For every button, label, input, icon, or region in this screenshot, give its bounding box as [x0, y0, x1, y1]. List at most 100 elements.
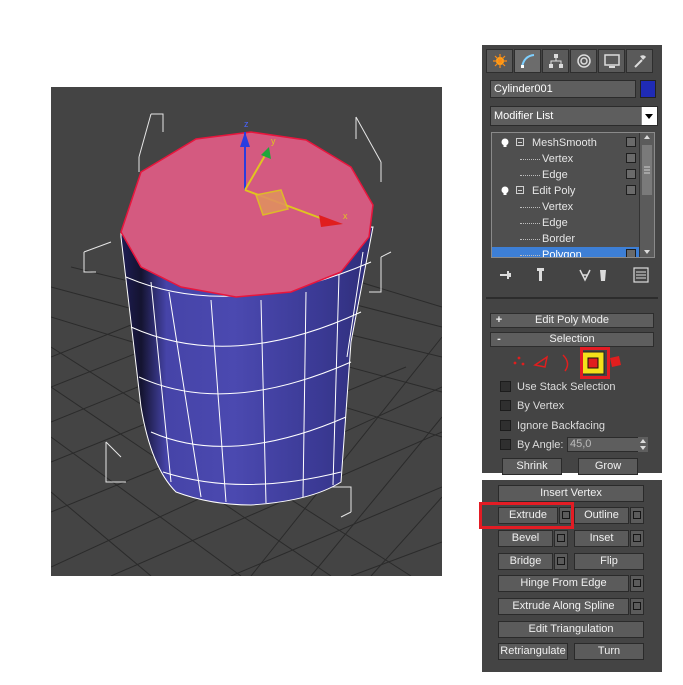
stack-item-label: Vertex	[542, 153, 574, 165]
modifier-list-dropdown[interactable]: Modifier List	[490, 106, 658, 126]
ignore-backfacing-checkbox[interactable]: Ignore Backfacing	[500, 419, 650, 433]
stack-item-toggle[interactable]	[626, 185, 636, 195]
modify-tab[interactable]	[514, 49, 541, 73]
utilities-tab[interactable]	[626, 49, 653, 73]
divider	[486, 297, 658, 299]
hierarchy-tab[interactable]	[542, 49, 569, 73]
use-stack-selection-checkbox[interactable]: Use Stack Selection	[500, 380, 650, 394]
extrude-along-spline-button[interactable]: Extrude Along Spline	[498, 598, 629, 615]
display-tab[interactable]	[598, 49, 625, 73]
pin-stack-icon[interactable]	[500, 271, 511, 279]
stack-item-meshsmooth[interactable]: MeshSmooth	[492, 135, 639, 151]
modify-icon	[520, 54, 534, 68]
by-angle-checkbox[interactable]: By Angle:	[500, 438, 564, 452]
create-tab[interactable]	[486, 49, 513, 73]
stack-item-edge[interactable]: Edge	[492, 167, 639, 183]
stack-item-toggle[interactable]	[626, 249, 636, 257]
remove-modifier-icon[interactable]	[600, 270, 606, 281]
object-color-swatch[interactable]	[640, 80, 656, 98]
stack-item-toggle[interactable]	[626, 169, 636, 179]
turn-button[interactable]: Turn	[574, 643, 644, 660]
spinner-arrows-icon[interactable]	[638, 437, 648, 452]
vertex-level-icon[interactable]	[513, 356, 525, 366]
stack-toolbar	[500, 267, 649, 283]
utilities-icon	[633, 55, 646, 68]
polygon-level-highlight	[580, 347, 610, 379]
show-end-result-icon[interactable]	[537, 268, 544, 281]
bevel-button[interactable]: Bevel	[498, 530, 553, 547]
rollout-title: Edit Poly Mode	[535, 314, 609, 326]
collapse-icon[interactable]	[516, 138, 524, 146]
stack-item-label: Edit Poly	[532, 185, 576, 197]
stack-item-label: Vertex	[542, 201, 574, 213]
stack-item-edit-poly[interactable]: Edit Poly	[492, 183, 639, 199]
stack-item-border[interactable]: Border	[492, 231, 639, 247]
stack-item-vertex[interactable]: Vertex	[492, 199, 639, 215]
stack-item-label: Polygon	[542, 249, 582, 258]
command-panel-tabs	[486, 49, 658, 73]
outline-settings-button[interactable]	[630, 507, 644, 524]
hierarchy-icon	[548, 54, 563, 68]
stack-item-edge[interactable]: Edge	[492, 215, 639, 231]
axis-z-label: z	[244, 119, 249, 129]
stack-item-label: Border	[542, 233, 576, 245]
rollout-title: Selection	[549, 333, 595, 345]
element-level-icon[interactable]	[610, 356, 621, 367]
command-panel: Cylinder001 Modifier List MeshSmooth Ver…	[482, 45, 662, 475]
extrude-highlight	[479, 502, 574, 529]
create-icon	[492, 54, 507, 68]
modifier-stack[interactable]: MeshSmooth Vertex Edge Edit Poly Vertex …	[491, 132, 655, 258]
stack-scrollbar[interactable]	[639, 133, 654, 257]
border-level-icon[interactable]	[562, 354, 569, 372]
collapse-icon[interactable]	[516, 186, 524, 194]
bevel-settings-button[interactable]	[554, 530, 568, 547]
lightbulb-icon[interactable]	[501, 137, 509, 147]
stack-item-label: Edge	[542, 217, 568, 229]
selected-top-polygon[interactable]	[120, 131, 374, 298]
edit-triangulation-button[interactable]: Edit Triangulation	[498, 621, 644, 638]
insert-vertex-button[interactable]: Insert Vertex	[498, 485, 644, 502]
grow-button[interactable]: Grow	[578, 458, 638, 475]
configure-sets-icon[interactable]	[633, 267, 649, 283]
chevron-down-icon	[645, 114, 653, 119]
checkbox-label: By Angle:	[517, 439, 564, 451]
edge-level-icon[interactable]	[533, 355, 549, 368]
angle-spinner-field[interactable]: 45,0	[567, 437, 647, 452]
shrink-button[interactable]: Shrink	[502, 458, 562, 475]
stack-item-vertex[interactable]: Vertex	[492, 151, 639, 167]
hinge-settings-button[interactable]	[630, 575, 644, 592]
edit-polygons-panel: Insert Vertex Extrude Outline Bevel Inse…	[479, 480, 662, 672]
perspective-viewport[interactable]: z y x	[51, 87, 442, 576]
stack-item-label: MeshSmooth	[532, 137, 597, 149]
stack-item-toggle[interactable]	[626, 153, 636, 163]
subobject-level-icons	[513, 351, 621, 375]
display-icon	[603, 54, 620, 68]
edit-poly-mode-rollout[interactable]: + Edit Poly Mode	[490, 313, 654, 328]
lightbulb-icon[interactable]	[501, 185, 509, 195]
stack-item-polygon[interactable]: Polygon	[492, 247, 639, 258]
flip-button[interactable]: Flip	[574, 553, 644, 570]
axis-x-label: x	[343, 211, 348, 221]
stack-item-label: Edge	[542, 169, 568, 181]
viewport-scene[interactable]: z y x	[51, 87, 442, 576]
motion-tab[interactable]	[570, 49, 597, 73]
bridge-button[interactable]: Bridge	[498, 553, 553, 570]
stack-item-toggle[interactable]	[626, 137, 636, 147]
dropdown-arrow[interactable]	[641, 107, 657, 125]
inset-button[interactable]: Inset	[574, 530, 629, 547]
bridge-settings-button[interactable]	[554, 553, 568, 570]
outline-button[interactable]: Outline	[574, 507, 629, 524]
checkbox-label: Ignore Backfacing	[517, 420, 606, 432]
motion-icon	[576, 54, 591, 68]
make-unique-icon[interactable]	[579, 269, 591, 282]
by-vertex-checkbox[interactable]: By Vertex	[500, 399, 650, 413]
modifier-list-label: Modifier List	[494, 110, 554, 122]
checkbox-label: Use Stack Selection	[517, 381, 616, 393]
retriangulate-button[interactable]: Retriangulate	[498, 643, 568, 660]
extrude-spline-settings-button[interactable]	[630, 598, 644, 615]
scrollbar-arrows	[642, 135, 652, 254]
inset-settings-button[interactable]	[630, 530, 644, 547]
object-name-field[interactable]: Cylinder001	[490, 80, 636, 98]
selection-rollout[interactable]: - Selection	[490, 332, 654, 347]
hinge-from-edge-button[interactable]: Hinge From Edge	[498, 575, 629, 592]
